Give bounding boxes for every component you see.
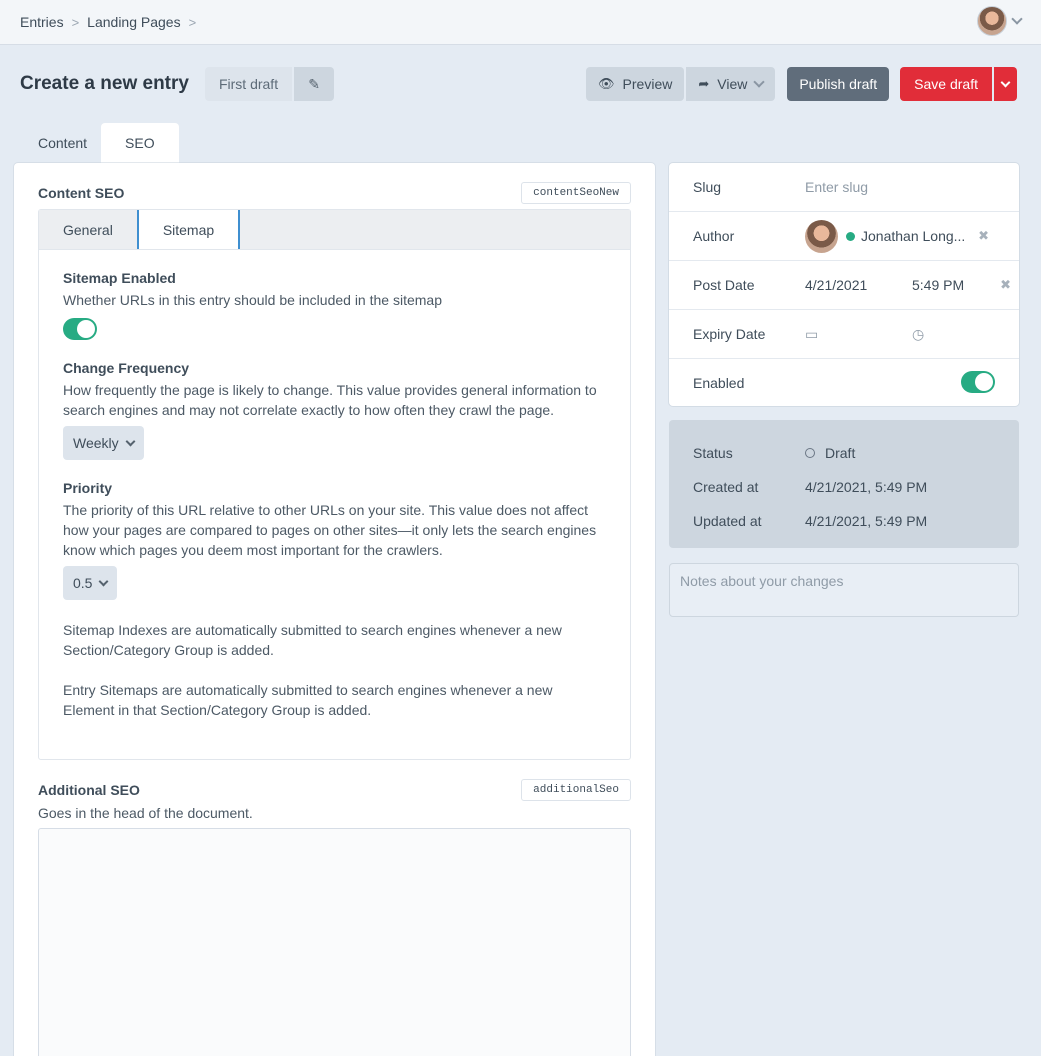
- author-select[interactable]: Jonathan Long...: [805, 219, 966, 253]
- sitemap-enabled-desc: Whether URLs in this entry should be inc…: [63, 292, 442, 308]
- status-label: Status: [693, 445, 733, 461]
- status-ring-icon: [805, 448, 815, 458]
- edit-pencil-icon: ✎: [308, 75, 320, 92]
- user-menu[interactable]: [977, 6, 1023, 36]
- chevron-down-icon: [753, 76, 766, 88]
- breadcrumb-landing-pages[interactable]: Landing Pages: [87, 14, 180, 30]
- breadcrumb: Entries > Landing Pages >: [20, 14, 204, 30]
- author-name: Jonathan Long...: [861, 228, 966, 244]
- content-seo-title: Content SEO: [38, 185, 125, 201]
- chevron-right-icon: >: [71, 14, 80, 30]
- sitemap-enabled-label: Sitemap Enabled: [63, 270, 176, 286]
- page-header: Create a new entry First draft ✎ 👁 Previ…: [20, 67, 1017, 101]
- priority-select[interactable]: 0.5: [63, 566, 118, 600]
- status-row: Status Draft: [693, 436, 995, 470]
- tab-seo[interactable]: SEO: [101, 123, 179, 163]
- sitemap-enabled-field: Sitemap Enabled Whether URLs in this ent…: [63, 270, 606, 340]
- breadcrumb-entries[interactable]: Entries: [20, 14, 64, 30]
- slug-row: Slug Enter slug: [669, 163, 1019, 212]
- updated-label: Updated at: [693, 513, 762, 529]
- edit-draft-button[interactable]: ✎: [294, 67, 335, 101]
- view-button[interactable]: ➦ View: [686, 67, 776, 101]
- avatar: [805, 219, 838, 253]
- content-seo-tabs: General Sitemap: [39, 210, 630, 250]
- post-date-input[interactable]: 4/21/2021: [805, 277, 867, 293]
- save-options-button[interactable]: [994, 67, 1017, 101]
- change-frequency-field: Change Frequency How frequently the page…: [63, 360, 606, 460]
- slug-input[interactable]: Enter slug: [805, 179, 868, 195]
- created-row: Created at 4/21/2021, 5:49 PM: [693, 470, 995, 504]
- preview-button[interactable]: 👁 Preview: [586, 67, 685, 101]
- toggle-knob: [975, 373, 993, 391]
- sitemap-panel: Sitemap Enabled Whether URLs in this ent…: [39, 250, 630, 740]
- eye-icon: 👁: [598, 76, 615, 91]
- enabled-toggle[interactable]: [961, 371, 995, 393]
- close-icon[interactable]: ✖: [1000, 277, 1011, 293]
- chevron-down-icon: [125, 436, 136, 446]
- updated-value: 4/21/2021, 5:49 PM: [805, 513, 928, 529]
- main-pane: Content SEO contentSeoNew General Sitema…: [14, 163, 655, 1056]
- toggle-knob: [77, 320, 95, 338]
- post-time-input[interactable]: 5:49 PM: [912, 277, 964, 293]
- post-date-label: Post Date: [693, 277, 755, 293]
- priority-label: Priority: [63, 480, 113, 496]
- tab-general[interactable]: General: [39, 210, 137, 249]
- author-label: Author: [693, 228, 735, 244]
- additional-seo-textarea[interactable]: [38, 828, 631, 1056]
- tab-sitemap[interactable]: Sitemap: [136, 210, 241, 249]
- calendar-icon[interactable]: ▭: [805, 326, 818, 343]
- status-box: Status Draft Created at 4/21/2021, 5:49 …: [669, 420, 1019, 548]
- priority-field: Priority The priority of this URL relati…: [63, 480, 606, 600]
- entry-sitemaps-note: Entry Sitemaps are automatically submitt…: [63, 682, 553, 718]
- chevron-right-icon: >: [188, 14, 197, 30]
- additional-seo-title: Additional SEO: [38, 782, 140, 798]
- change-frequency-select[interactable]: Weekly: [63, 426, 144, 460]
- content-seo-box: General Sitemap Sitemap Enabled Whether …: [38, 209, 631, 760]
- sitemap-enabled-toggle[interactable]: [63, 318, 97, 340]
- sitemap-indexes-note: Sitemap Indexes are automatically submit…: [63, 622, 562, 658]
- chevron-down-icon: [1000, 77, 1011, 87]
- updated-row: Updated at 4/21/2021, 5:49 PM: [693, 504, 995, 538]
- chevron-down-icon: [1011, 13, 1023, 25]
- enabled-label: Enabled: [693, 374, 745, 391]
- page-title: Create a new entry: [20, 73, 189, 94]
- avatar[interactable]: [977, 6, 1007, 36]
- entry-tabs: Content SEO: [24, 123, 179, 163]
- enabled-row: Enabled: [669, 359, 1019, 406]
- chevron-down-icon: [99, 576, 109, 586]
- entry-meta: Slug Enter slug Author Jonathan Long... …: [669, 163, 1019, 406]
- header-actions: 👁 Preview ➦ View Publish draft Save draf…: [586, 67, 1017, 101]
- clock-icon[interactable]: ◷: [912, 326, 924, 343]
- draft-name: First draft: [204, 67, 293, 101]
- change-frequency-label: Change Frequency: [63, 360, 190, 376]
- change-frequency-desc: How frequently the page is likely to cha…: [63, 382, 597, 418]
- status-value: Draft: [825, 445, 856, 461]
- additional-seo-desc: Goes in the head of the document.: [38, 805, 253, 821]
- share-arrow-icon: ➦: [698, 76, 710, 91]
- publish-draft-button[interactable]: Publish draft: [787, 67, 890, 101]
- expiry-date-label: Expiry Date: [693, 326, 766, 342]
- content-seo-handle[interactable]: contentSeoNew: [521, 182, 631, 204]
- author-row: Author Jonathan Long... ✖: [669, 212, 1019, 261]
- expiry-date-row: Expiry Date ▭ ◷: [669, 310, 1019, 359]
- save-draft-button[interactable]: Save draft: [900, 67, 992, 101]
- priority-desc: The priority of this URL relative to oth…: [63, 502, 597, 558]
- slug-label: Slug: [693, 179, 722, 195]
- created-value: 4/21/2021, 5:49 PM: [805, 479, 928, 495]
- tab-content[interactable]: Content: [24, 123, 101, 163]
- top-bar: Entries > Landing Pages >: [0, 0, 1041, 45]
- additional-seo-handle[interactable]: additionalSeo: [521, 779, 631, 801]
- status-dot-icon: [846, 231, 855, 241]
- created-label: Created at: [693, 479, 759, 495]
- notes-textarea[interactable]: Notes about your changes: [669, 563, 1019, 617]
- close-icon[interactable]: ✖: [978, 228, 989, 244]
- post-date-row: Post Date 4/21/2021 5:49 PM ✖: [669, 261, 1019, 310]
